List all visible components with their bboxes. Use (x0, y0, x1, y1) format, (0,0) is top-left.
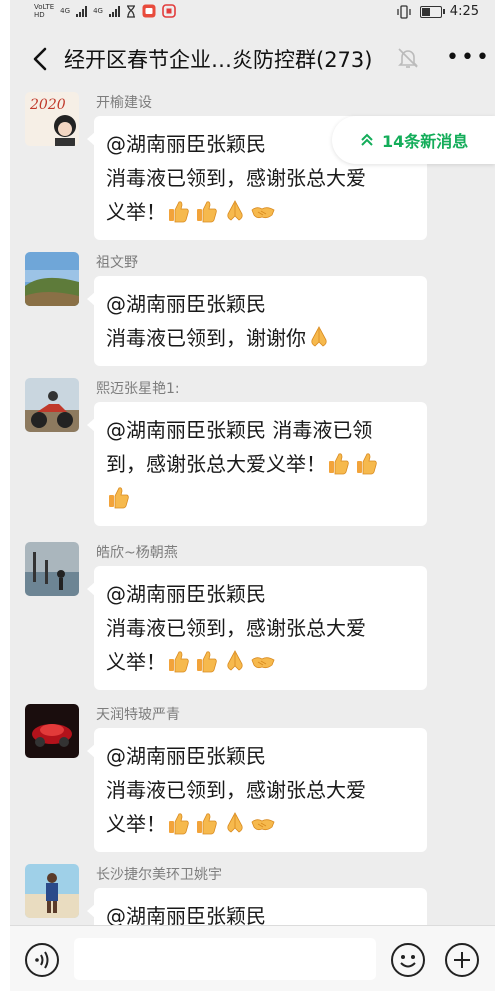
thumbs-up-icon (197, 813, 217, 835)
network-type-2: 4G (93, 7, 103, 15)
message-line: 消毒液已领到，谢谢你 (106, 326, 306, 350)
status-bar-right: 4:25 (396, 4, 479, 19)
thumbs-up-icon (169, 813, 189, 835)
hd-tag: HD (34, 11, 45, 19)
avatar[interactable] (25, 542, 79, 596)
input-bar (10, 925, 495, 991)
add-more-icon[interactable] (444, 942, 480, 978)
message-bubble[interactable]: @湖南丽臣张颖民 消毒液已领到，谢谢你 (87, 276, 427, 366)
thumbs-up-icon (169, 201, 189, 223)
message-input[interactable] (74, 938, 376, 980)
app-notification-icon (142, 4, 156, 18)
message-bubble[interactable]: @湖南丽臣张颖民 消毒液已领 到，感谢张总大爱义举！ (87, 402, 427, 526)
avatar[interactable] (25, 252, 79, 306)
mute-bell-icon[interactable] (396, 46, 420, 70)
emoji-icon[interactable] (390, 942, 426, 978)
app-notification-icon-2 (162, 4, 176, 18)
avatar-logo-text: 2020 (29, 97, 66, 113)
praying-hands-icon (311, 326, 327, 347)
vibrate-icon (397, 4, 411, 19)
sender-name: 长沙捷尔美环卫姚宇 (96, 867, 222, 883)
message-line: @湖南丽臣张颖民 (106, 744, 266, 768)
handshake-icon (251, 657, 275, 669)
avatar[interactable] (25, 704, 79, 758)
handshake-icon (251, 207, 275, 219)
avatar[interactable]: 2020 (25, 92, 79, 146)
praying-hands-icon (227, 650, 243, 671)
thumbs-up-icon (197, 651, 217, 673)
double-chevron-up-icon (361, 133, 373, 146)
avatar[interactable] (25, 864, 79, 918)
message-line: 到，感谢张总大爱义举！ (106, 452, 326, 476)
volte-tag: VoLTE (34, 3, 55, 11)
thumbs-up-icon (197, 201, 217, 223)
message-line: @湖南丽臣张颖民 (106, 582, 266, 606)
hourglass-icon (126, 4, 135, 18)
message-line: @湖南丽臣张颖民 消毒液已领 (106, 418, 373, 442)
message-line: 义举！ (106, 200, 166, 224)
message-bubble[interactable]: @湖南丽臣张颖民 消毒液已领到，感谢张总大爱 义举！ (87, 566, 427, 690)
status-bar-left: VoLTE HD 4G 4G (34, 3, 176, 19)
voice-input-icon[interactable] (24, 942, 60, 978)
signal-icon-2 (108, 5, 120, 17)
handshake-icon (251, 819, 275, 831)
praying-hands-icon (227, 200, 243, 221)
sender-name: 天润特玻严青 (96, 707, 180, 723)
message-line: @湖南丽臣张颖民 (106, 292, 266, 316)
chat-title[interactable]: 经开区春节企业…炎防控群(273) (64, 44, 372, 74)
sender-name: 祖文野 (96, 255, 138, 271)
avatar[interactable] (25, 378, 79, 432)
sender-name: 皓欣~杨朝燕 (96, 545, 178, 561)
thumbs-up-icon (169, 651, 189, 673)
back-arrow-icon[interactable] (24, 42, 58, 76)
message-line: 消毒液已领到，感谢张总大爱 (106, 166, 366, 190)
status-bar: VoLTE HD 4G 4G 4:25 (10, 0, 495, 24)
battery-icon (419, 5, 445, 18)
network-type-1: 4G (60, 7, 71, 15)
status-time: 4:25 (449, 4, 479, 19)
message-line: 消毒液已领到，感谢张总大爱 (106, 616, 366, 640)
chat-screen: VoLTE HD 4G 4G 4:25 经开区春节企业…炎防控群(273) ••… (10, 0, 495, 991)
sender-name: 熙迈张星艳1: (96, 381, 180, 397)
chat-header: 经开区春节企业…炎防控群(273) ••• (10, 28, 495, 90)
thumbs-up-icon (357, 453, 377, 475)
sender-name: 开榆建设 (96, 95, 152, 111)
network-tags: VoLTE HD (34, 3, 54, 19)
signal-icon-1 (76, 5, 88, 17)
new-messages-count: 14条新消息 (382, 132, 469, 151)
message-bubble[interactable]: @湖南丽臣张颖民 消毒液已领到，感谢张总大爱 义举！ (87, 728, 427, 852)
thumbs-up-icon (329, 453, 349, 475)
new-messages-badge[interactable]: 14条新消息 (332, 116, 495, 164)
message-line: 义举！ (106, 812, 166, 836)
thumbs-up-icon (109, 487, 129, 509)
praying-hands-icon (227, 812, 243, 833)
message-line: 义举！ (106, 650, 166, 674)
more-options-icon[interactable]: ••• (446, 46, 489, 70)
message-line: 消毒液已领到，感谢张总大爱 (106, 778, 366, 802)
